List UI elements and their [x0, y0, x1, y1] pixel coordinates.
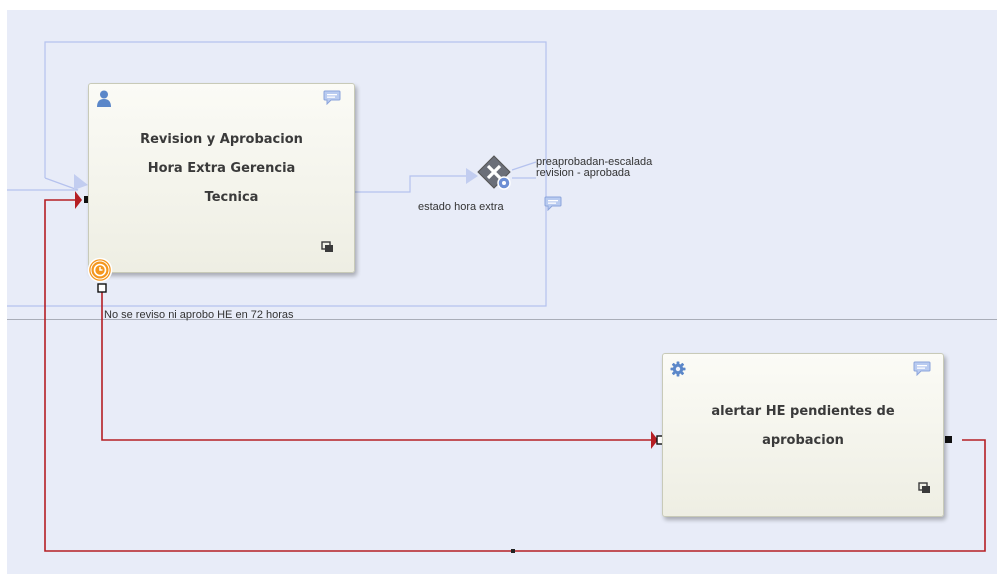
user-icon: [97, 90, 111, 107]
incoming-arrowhead: [74, 174, 88, 190]
incoming-connector[interactable]: [7, 177, 79, 191]
service-gear-icon: [670, 361, 686, 377]
collapse-icon[interactable]: [918, 482, 931, 494]
alert-out-handle[interactable]: [945, 436, 952, 443]
gateway-out-connector[interactable]: [511, 161, 537, 179]
task-alertar-he[interactable]: alertar HE pendientes de aprobacion: [662, 353, 944, 517]
exclusive-gateway-icon[interactable]: [476, 154, 514, 192]
timer-flow-label: No se reviso ni aprobo HE en 72 horas: [104, 309, 294, 321]
task-title: Revision y Aprobacion Hora Extra Gerenci…: [140, 132, 303, 205]
task-revision-aprobacion[interactable]: Revision y Aprobacion Hora Extra Gerenci…: [88, 83, 355, 273]
timer-event-icon[interactable]: [87, 257, 113, 283]
return-flow-arrowhead: [75, 191, 82, 209]
task-title: alertar HE pendientes de aprobacion: [711, 404, 895, 448]
gateway-label: estado hora extra: [418, 201, 504, 213]
collapse-icon[interactable]: [321, 241, 334, 253]
comment-icon[interactable]: [913, 361, 931, 376]
boundary-connection-handle[interactable]: [97, 283, 107, 293]
gateway-comment-icon[interactable]: [544, 196, 562, 211]
gateway-out-label-2: revision - aprobada: [536, 167, 631, 179]
comment-icon[interactable]: [323, 90, 341, 105]
task-to-gateway-connector[interactable]: [355, 175, 470, 193]
midpoint-handle[interactable]: [511, 549, 515, 553]
